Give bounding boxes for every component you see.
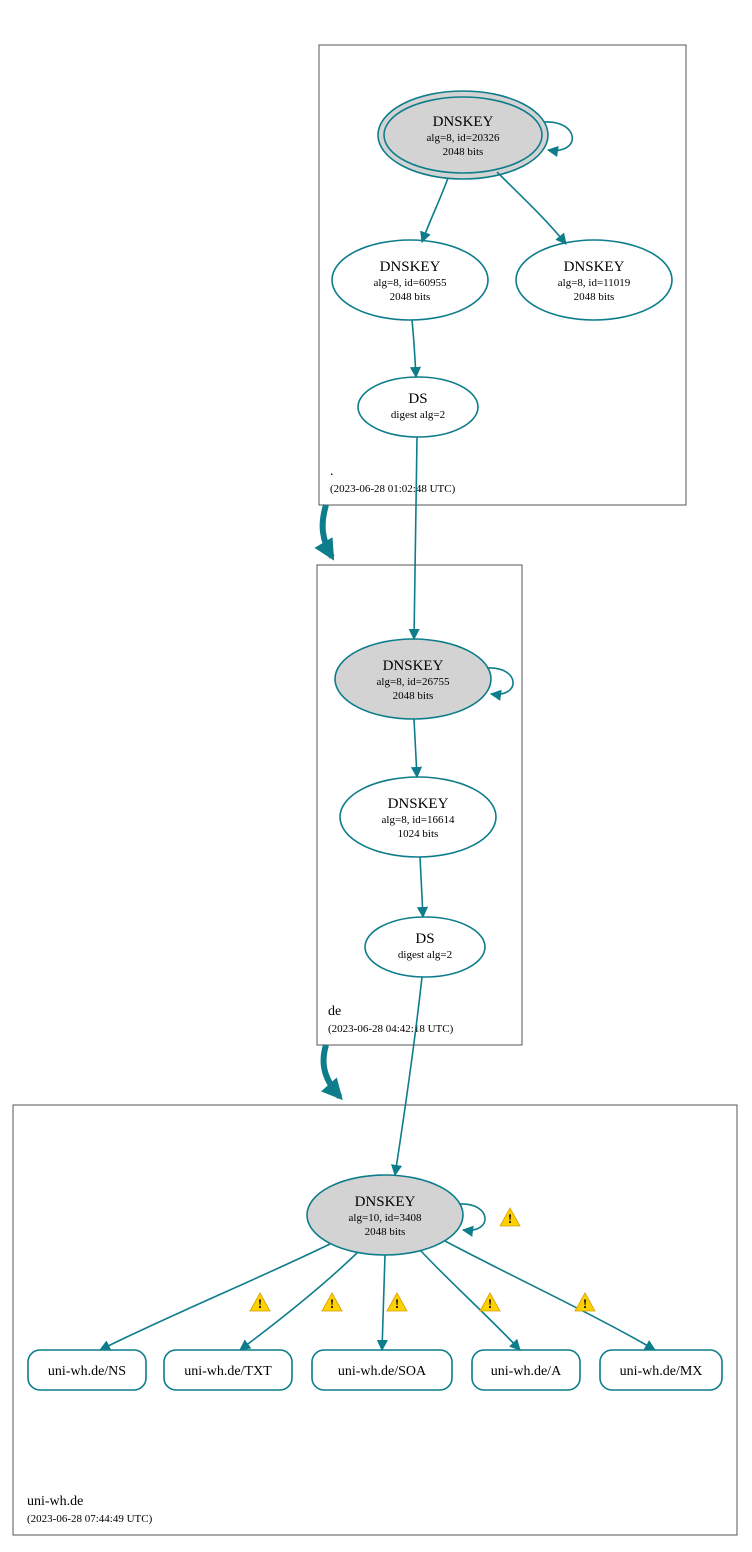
svg-text:!: ! bbox=[508, 1211, 512, 1226]
zone-uniwh-label: uni-wh.de bbox=[27, 1494, 83, 1509]
node-uniwh-ns: uni-wh.de/NS bbox=[28, 1350, 146, 1390]
svg-text:alg=8, id=20326: alg=8, id=20326 bbox=[427, 132, 500, 144]
zone-de-label: de bbox=[328, 1004, 341, 1019]
svg-text:DNSKEY: DNSKEY bbox=[355, 1194, 416, 1210]
node-uniwh-a: uni-wh.de/A bbox=[472, 1350, 580, 1390]
edge-root-zsk-to-ds bbox=[412, 320, 416, 377]
svg-text:uni-wh.de/MX: uni-wh.de/MX bbox=[620, 1364, 703, 1379]
svg-text:DNSKEY: DNSKEY bbox=[433, 114, 494, 130]
svg-text:DS: DS bbox=[408, 391, 427, 407]
svg-text:DNSKEY: DNSKEY bbox=[564, 259, 625, 275]
svg-text:!: ! bbox=[488, 1296, 492, 1311]
node-root-dnskey-left: DNSKEY alg=8, id=60955 2048 bits bbox=[332, 240, 488, 320]
warning-icon: ! bbox=[500, 1208, 520, 1226]
edge-uniwh-to-a bbox=[420, 1250, 520, 1350]
svg-text:!: ! bbox=[330, 1296, 334, 1311]
svg-text:DNSKEY: DNSKEY bbox=[380, 259, 441, 275]
svg-text:DS: DS bbox=[415, 931, 434, 947]
svg-text:alg=10, id=3408: alg=10, id=3408 bbox=[349, 1212, 422, 1224]
svg-text:!: ! bbox=[395, 1296, 399, 1311]
node-root-ds: DS digest alg=2 bbox=[358, 377, 478, 437]
zone-uniwh-timestamp: (2023-06-28 07:44:49 UTC) bbox=[27, 1513, 153, 1525]
node-de-dnskey-ksk: DNSKEY alg=8, id=26755 2048 bits bbox=[335, 639, 491, 719]
svg-text:2048 bits: 2048 bits bbox=[574, 291, 615, 303]
warning-icon: ! bbox=[387, 1293, 407, 1311]
svg-text:2048 bits: 2048 bits bbox=[390, 291, 431, 303]
svg-text:uni-wh.de/NS: uni-wh.de/NS bbox=[48, 1364, 126, 1379]
zone-de-timestamp: (2023-06-28 04:42:18 UTC) bbox=[328, 1023, 454, 1035]
edge-de-zsk-to-ds bbox=[420, 857, 423, 917]
svg-text:digest alg=2: digest alg=2 bbox=[391, 409, 445, 421]
edge-de-ds-to-uniwh-ksk bbox=[395, 977, 422, 1175]
edge-root-ksk-to-right bbox=[497, 172, 566, 244]
svg-text:uni-wh.de/SOA: uni-wh.de/SOA bbox=[338, 1364, 427, 1379]
edge-uniwh-to-soa bbox=[382, 1255, 385, 1350]
svg-text:digest alg=2: digest alg=2 bbox=[398, 949, 452, 961]
warning-icon: ! bbox=[322, 1293, 342, 1311]
edge-uniwh-to-mx bbox=[445, 1241, 655, 1350]
node-uniwh-dnskey: DNSKEY alg=10, id=3408 2048 bits bbox=[307, 1175, 463, 1255]
svg-text:alg=8, id=16614: alg=8, id=16614 bbox=[382, 814, 455, 826]
edge-de-to-uniwh-zone bbox=[324, 1045, 340, 1097]
node-de-dnskey-zsk: DNSKEY alg=8, id=16614 1024 bits bbox=[340, 777, 496, 857]
zone-root-label: . bbox=[330, 464, 334, 479]
svg-text:2048 bits: 2048 bits bbox=[365, 1226, 406, 1238]
svg-text:DNSKEY: DNSKEY bbox=[388, 796, 449, 812]
svg-text:2048 bits: 2048 bits bbox=[393, 690, 434, 702]
svg-text:!: ! bbox=[583, 1296, 587, 1311]
node-uniwh-soa: uni-wh.de/SOA bbox=[312, 1350, 452, 1390]
node-root-dnskey-right: DNSKEY alg=8, id=11019 2048 bits bbox=[516, 240, 672, 320]
node-root-dnskey-ksk: DNSKEY alg=8, id=20326 2048 bits bbox=[378, 91, 548, 179]
zone-root-timestamp: (2023-06-28 01:02:48 UTC) bbox=[330, 483, 456, 495]
svg-text:uni-wh.de/A: uni-wh.de/A bbox=[491, 1364, 562, 1379]
svg-text:1024 bits: 1024 bits bbox=[398, 828, 439, 840]
node-uniwh-mx: uni-wh.de/MX bbox=[600, 1350, 722, 1390]
svg-text:DNSKEY: DNSKEY bbox=[383, 658, 444, 674]
svg-text:uni-wh.de/TXT: uni-wh.de/TXT bbox=[184, 1364, 272, 1379]
node-de-ds: DS digest alg=2 bbox=[365, 917, 485, 977]
edge-root-ds-to-de-ksk bbox=[414, 437, 417, 639]
svg-text:alg=8, id=11019: alg=8, id=11019 bbox=[558, 277, 631, 289]
edge-root-to-de-zone bbox=[323, 505, 332, 557]
svg-text:alg=8, id=60955: alg=8, id=60955 bbox=[374, 277, 447, 289]
warning-icon: ! bbox=[250, 1293, 270, 1311]
edge-uniwh-to-ns bbox=[100, 1244, 330, 1350]
edge-de-ksk-to-zsk bbox=[414, 719, 417, 777]
zone-uniwh-box bbox=[13, 1105, 737, 1535]
svg-text:!: ! bbox=[258, 1296, 262, 1311]
svg-text:alg=8, id=26755: alg=8, id=26755 bbox=[377, 676, 450, 688]
node-uniwh-txt: uni-wh.de/TXT bbox=[164, 1350, 292, 1390]
warning-icon: ! bbox=[575, 1293, 595, 1311]
edge-root-ksk-to-left bbox=[422, 178, 448, 242]
warning-icon: ! bbox=[480, 1293, 500, 1311]
svg-text:2048 bits: 2048 bits bbox=[443, 146, 484, 158]
